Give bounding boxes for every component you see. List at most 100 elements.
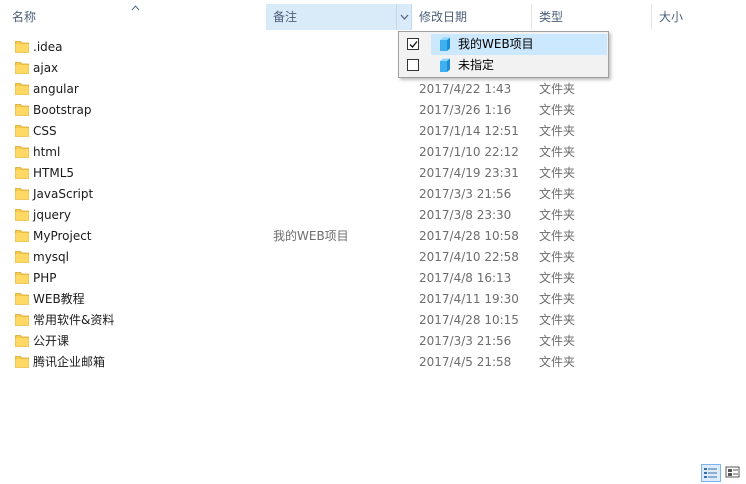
- file-date: 2017/4/28 10:15: [419, 313, 519, 327]
- folder-icon: [15, 41, 29, 53]
- details-view-button[interactable]: [701, 464, 721, 482]
- file-list: .idea ajax angular 2017/4/22 1:43 文件夹 Bootstr…: [0, 37, 746, 373]
- folder-icon: [15, 104, 29, 116]
- file-name: WEB教程: [33, 292, 85, 306]
- folder-icon: [15, 251, 29, 263]
- large-icons-view-button[interactable]: [724, 464, 744, 482]
- file-type: 文件夹: [539, 292, 576, 306]
- file-type: 文件夹: [539, 250, 576, 264]
- file-date: 2017/4/5 21:58: [419, 355, 512, 369]
- list-item[interactable]: mysql 2017/4/10 22:58 文件夹: [0, 247, 746, 268]
- checkmark-icon: [409, 41, 418, 48]
- list-item[interactable]: PHP 2017/4/8 16:13 文件夹: [0, 268, 746, 289]
- file-name: ajax: [33, 61, 59, 75]
- filter-option-my-web-project[interactable]: 我的WEB项目: [399, 34, 608, 55]
- chevron-down-icon: [400, 14, 409, 20]
- column-header-name[interactable]: 名称: [0, 4, 266, 30]
- list-item[interactable]: HTML5 2017/4/19 23:31 文件夹: [0, 163, 746, 184]
- column-header-size-label: 大小: [659, 10, 684, 24]
- file-name: Bootstrap: [33, 103, 92, 117]
- list-item[interactable]: 腾讯企业邮箱 2017/4/5 21:58 文件夹: [0, 352, 746, 373]
- file-date: 2017/3/8 23:30: [419, 208, 512, 222]
- folder-icon: [15, 62, 29, 74]
- file-name: jquery: [33, 208, 71, 222]
- filter-option-unspecified[interactable]: 未指定: [399, 55, 608, 76]
- list-item[interactable]: .idea: [0, 37, 746, 58]
- folder-icon: [15, 230, 29, 242]
- file-type: 文件夹: [539, 313, 576, 327]
- file-name: 腾讯企业邮箱: [33, 355, 106, 369]
- file-date: 2017/4/8 16:13: [419, 271, 512, 285]
- filter-option-label: 我的WEB项目: [458, 37, 534, 51]
- list-item[interactable]: jquery 2017/3/8 23:30 文件夹: [0, 205, 746, 226]
- list-item[interactable]: JavaScript 2017/3/3 21:56 文件夹: [0, 184, 746, 205]
- file-type: 文件夹: [539, 145, 576, 159]
- file-date: 2017/4/11 19:30: [419, 292, 519, 306]
- column-header-date[interactable]: 修改日期: [412, 4, 532, 30]
- column-filter-dropdown-button[interactable]: [396, 4, 412, 30]
- file-type: 文件夹: [539, 103, 576, 117]
- view-switcher: [701, 464, 743, 484]
- file-date: 2017/3/26 1:16: [419, 103, 512, 117]
- details-view-icon: [704, 468, 717, 478]
- filter-option-checkbox[interactable]: [407, 59, 419, 71]
- list-item[interactable]: angular 2017/4/22 1:43 文件夹: [0, 79, 746, 100]
- file-name: PHP: [33, 271, 57, 285]
- list-item[interactable]: Bootstrap 2017/3/26 1:16 文件夹: [0, 100, 746, 121]
- file-type: 文件夹: [539, 82, 576, 96]
- file-type: 文件夹: [539, 334, 576, 348]
- note-filter-dropdown: 我的WEB项目 未指定: [398, 31, 609, 78]
- file-type: 文件夹: [539, 355, 576, 369]
- file-name: JavaScript: [33, 187, 94, 201]
- filter-option-label: 未指定: [458, 58, 495, 72]
- folder-icon: [15, 272, 29, 284]
- list-item[interactable]: CSS 2017/1/14 12:51 文件夹: [0, 121, 746, 142]
- folder-icon: [15, 293, 29, 305]
- list-item[interactable]: html 2017/1/10 22:12 文件夹: [0, 142, 746, 163]
- file-date: 2017/1/10 22:12: [419, 145, 519, 159]
- filter-option-checkbox[interactable]: [407, 38, 419, 50]
- folder-icon: [15, 146, 29, 158]
- folder-icon: [15, 83, 29, 95]
- column-header-type-label: 类型: [539, 10, 564, 24]
- file-name: html: [33, 145, 61, 159]
- file-date: 2017/3/3 21:56: [419, 187, 512, 201]
- folder-icon: [15, 167, 29, 179]
- file-name: MyProject: [33, 229, 92, 243]
- file-name: 常用软件&资料: [33, 313, 115, 327]
- file-type: 文件夹: [539, 187, 576, 201]
- file-name: 公开课: [33, 334, 70, 348]
- column-header-size[interactable]: 大小: [652, 4, 746, 30]
- file-name: .idea: [33, 40, 63, 54]
- file-date: 2017/3/3 21:56: [419, 334, 512, 348]
- folder-icon: [15, 188, 29, 200]
- list-item[interactable]: WEB教程 2017/4/11 19:30 文件夹: [0, 289, 746, 310]
- sort-ascending-icon: [131, 5, 140, 11]
- list-item[interactable]: 常用软件&资料 2017/4/28 10:15 文件夹: [0, 310, 746, 331]
- file-type: 文件夹: [539, 229, 576, 243]
- column-header-type[interactable]: 类型: [532, 4, 652, 30]
- file-type: 文件夹: [539, 166, 576, 180]
- list-item[interactable]: ajax: [0, 58, 746, 79]
- column-header-note[interactable]: 备注: [266, 4, 412, 30]
- column-header-bar: 名称 备注 修改日期 类型 大小: [0, 0, 746, 33]
- file-date: 2017/4/28 10:58: [419, 229, 519, 243]
- folder-icon: [15, 314, 29, 326]
- list-item[interactable]: 公开课 2017/3/3 21:56 文件夹: [0, 331, 746, 352]
- file-type: 文件夹: [539, 271, 576, 285]
- file-name: mysql: [33, 250, 69, 264]
- list-item[interactable]: MyProject 我的WEB项目 2017/4/28 10:58 文件夹: [0, 226, 746, 247]
- folder-icon: [15, 125, 29, 137]
- large-icons-view-icon: [725, 466, 740, 478]
- cube-icon: [440, 37, 450, 51]
- folder-icon: [15, 356, 29, 368]
- file-type: 文件夹: [539, 208, 576, 222]
- column-header-note-label: 备注: [273, 10, 298, 24]
- file-name: angular: [33, 82, 79, 96]
- file-date: 2017/4/10 22:58: [419, 250, 519, 264]
- file-date: 2017/4/19 23:31: [419, 166, 519, 180]
- column-header-date-label: 修改日期: [419, 10, 468, 24]
- folder-icon: [15, 209, 29, 221]
- file-date: 2017/1/14 12:51: [419, 124, 519, 138]
- column-header-name-label: 名称: [12, 10, 37, 24]
